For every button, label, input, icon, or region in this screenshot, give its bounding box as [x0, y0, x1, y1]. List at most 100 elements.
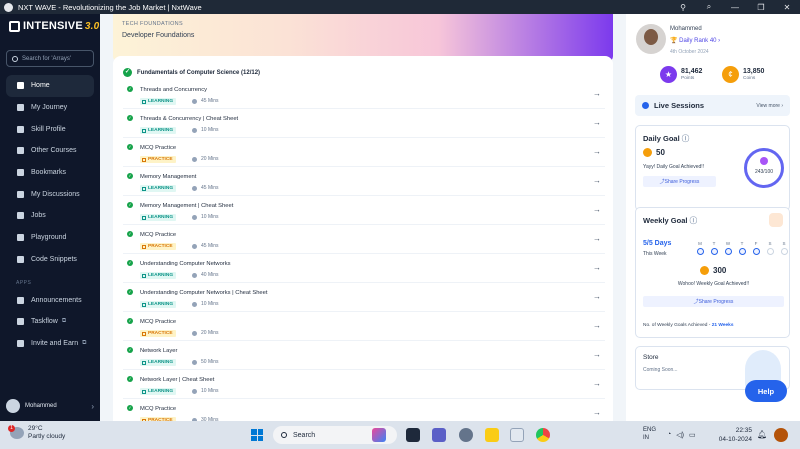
notification-bell-icon[interactable]: 🔔︎ [757, 430, 767, 439]
sidebar-item-skill-profile[interactable]: Skill Profile [6, 118, 94, 140]
course-item[interactable]: ✓ Threads & Concurrency | Cheat Sheet LEAR… [123, 109, 605, 138]
sidebar-item-bookmarks[interactable]: Bookmarks [6, 162, 94, 184]
view-more-link[interactable]: View more › [756, 103, 783, 109]
course-item[interactable]: ✓ Network Layer LEARNING 50 Mins → [123, 341, 605, 370]
task-view-icon[interactable] [406, 428, 420, 442]
arrow-right-icon[interactable]: → [593, 408, 601, 417]
weekly-count-label: No. of Weekly Goals Achieved - [643, 323, 711, 328]
check-circle-icon: ✓ [127, 173, 133, 179]
course-heading[interactable]: ✓ Fundamentals of Computer Science (12/1… [123, 68, 260, 77]
clock-icon [192, 360, 197, 365]
course-item-tag: PRACTICE [140, 156, 176, 163]
weather-temperature: 29°C [28, 425, 43, 432]
sidebar-item-jobs[interactable]: Jobs [6, 205, 94, 227]
course-item[interactable]: ✓ Understanding Computer Networks | Cheat… [123, 283, 605, 312]
course-item-tag-label: LEARNING [148, 273, 174, 278]
arrow-right-icon[interactable]: → [593, 379, 601, 388]
store-subtitle: Coming Soon... [643, 367, 678, 373]
taskbar-clock[interactable]: 22:35 04-10-2024 [712, 426, 752, 444]
widgets-icon[interactable] [372, 428, 386, 442]
arrow-right-icon[interactable]: → [593, 147, 601, 156]
arrow-right-icon[interactable]: → [593, 263, 601, 272]
day-empty-icon [780, 248, 788, 255]
book-icon [142, 128, 146, 133]
info-icon[interactable]: ⓘ [682, 134, 690, 143]
arrow-right-icon[interactable]: → [593, 350, 601, 359]
sidebar-item-invite-and-earn[interactable]: Invite and Earn ⧉ [6, 333, 94, 355]
close-button[interactable]: ✕ [774, 3, 800, 12]
settings-icon[interactable] [459, 428, 473, 442]
nxtwave-app-icon[interactable] [510, 428, 524, 442]
sidebar-item-code-snippets[interactable]: Code Snippets [6, 249, 94, 271]
lang-primary: ENG [643, 427, 657, 433]
share-label: Share Progress [698, 298, 734, 305]
sidebar-item-my-discussions[interactable]: My Discussions [6, 183, 94, 205]
arrow-right-icon[interactable]: → [593, 89, 601, 98]
arrow-right-icon[interactable]: → [593, 321, 601, 330]
windows-start-button[interactable] [251, 429, 263, 441]
sidebar-item-label: Skill Profile [31, 125, 66, 133]
arrow-right-icon[interactable]: → [593, 292, 601, 301]
trophy-icon: 🏆 [670, 38, 680, 44]
live-sessions-bar[interactable]: Live Sessions View more › [635, 95, 790, 116]
course-item-title: Memory Management | Cheat Sheet [140, 203, 234, 209]
daily-goal-achieved: Yayy! Daily Goal Achieved!! [643, 164, 705, 170]
language-indicator[interactable]: ENG IN [643, 426, 656, 442]
copilot-icon[interactable] [774, 428, 788, 442]
course-item-duration: 40 Mins [201, 272, 219, 278]
course-item[interactable]: ✓ Network Layer | Cheat Sheet LEARNING 10 M… [123, 370, 605, 399]
jobs-icon [17, 212, 24, 220]
daily-share-progress-button[interactable]: ⤴ Share Progress [643, 176, 716, 187]
chevron-right-icon: › [91, 401, 94, 411]
day-complete-icon [710, 248, 718, 255]
home-icon [17, 82, 24, 90]
sidebar-item-home[interactable]: Home [6, 75, 94, 97]
sidebar-item-other-courses[interactable]: Other Courses [6, 140, 94, 162]
coins-label: Coins [743, 76, 756, 81]
chrome-icon[interactable] [536, 428, 550, 442]
sidebar-profile[interactable]: Mohammed › [6, 397, 94, 415]
live-icon [642, 102, 649, 109]
daily-goal-progress-text: 243/100 [754, 169, 774, 175]
arrow-right-icon[interactable]: → [593, 118, 601, 127]
file-explorer-icon[interactable] [485, 428, 499, 442]
course-item[interactable]: ✓ MCQ Practice PRACTICE 20 Mins → [123, 312, 605, 341]
brand-logo[interactable]: INTENSIVE 3.0 [0, 14, 100, 38]
course-item[interactable]: ✓ Memory Management LEARNING 45 Mins → [123, 167, 605, 196]
weekly-share-progress-button[interactable]: ⤴ Share Progress [643, 296, 784, 307]
avatar[interactable] [636, 24, 666, 54]
teams-icon[interactable] [432, 428, 446, 442]
sidebar-item-label: Jobs [31, 212, 46, 220]
sidebar-item-taskflow[interactable]: Taskflow ⧉ [6, 311, 94, 333]
arrow-right-icon[interactable]: → [593, 234, 601, 243]
help-button[interactable]: Help [745, 380, 787, 402]
course-item[interactable]: ✓ MCQ Practice PRACTICE 20 Mins → [123, 138, 605, 167]
maximize-button[interactable]: ❐ [748, 3, 774, 12]
sidebar-item-announcements[interactable]: Announcements [6, 289, 94, 311]
arrow-right-icon[interactable]: → [593, 176, 601, 185]
weather-widget[interactable]: 1 29°C Partly cloudy [8, 425, 65, 441]
course-item[interactable]: ✓ Threads and Concurrency LEARNING 45 Mins → [123, 80, 605, 109]
course-item-title: MCQ Practice [140, 319, 177, 325]
search-input[interactable]: Search for 'Arrays' [6, 50, 94, 67]
course-item[interactable]: ✓ MCQ Practice PRACTICE 30 Mins → [123, 399, 605, 421]
daily-rank-link[interactable]: 🏆 Daily Rank 40 › [670, 37, 720, 44]
find-icon[interactable]: ⌕ [696, 2, 722, 12]
volume-icon[interactable]: ◁) [676, 431, 684, 439]
course-item[interactable]: ✓ Memory Management | Cheat Sheet LEARNING… [123, 196, 605, 225]
minimize-button[interactable]: — [722, 3, 748, 12]
arrow-right-icon[interactable]: → [593, 205, 601, 214]
sidebar-item-my-journey[interactable]: My Journey [6, 97, 94, 119]
course-item[interactable]: ✓ MCQ Practice PRACTICE 45 Mins → [123, 225, 605, 254]
zoom-icon[interactable]: ⚲ [670, 3, 696, 12]
brand-name: INTENSIVE [23, 20, 83, 32]
course-item[interactable]: ✓ Understanding Computer Networks LEARNING… [123, 254, 605, 283]
course-item-title: Understanding Computer Networks | Cheat … [140, 290, 268, 296]
sidebar-item-playground[interactable]: Playground [6, 227, 94, 249]
wifi-icon[interactable]: ◔ [667, 431, 671, 439]
battery-icon[interactable]: ▭ [689, 431, 696, 439]
course-item-title: Threads and Concurrency [140, 87, 208, 93]
info-icon[interactable]: ⓘ [690, 216, 698, 225]
lang-secondary: IN [643, 435, 649, 441]
course-item-duration: 20 Mins [201, 330, 219, 336]
